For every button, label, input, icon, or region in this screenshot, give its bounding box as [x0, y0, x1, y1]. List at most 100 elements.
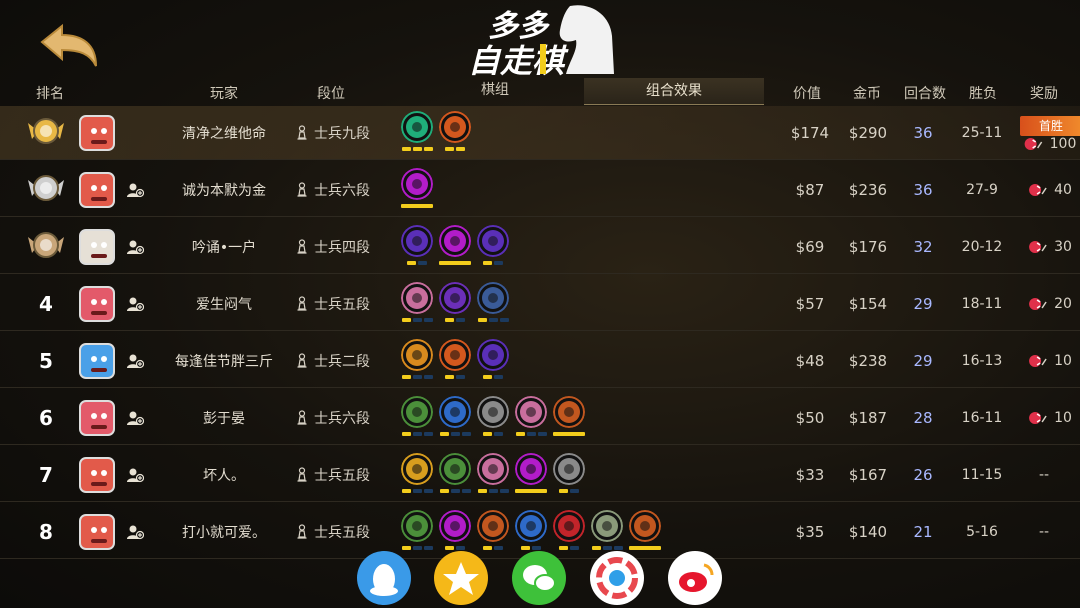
rank-number: 7 [39, 462, 53, 487]
reward-amount: 40 [1054, 181, 1072, 198]
synergy-item[interactable] [477, 225, 509, 265]
add-friend-icon[interactable] [126, 466, 145, 484]
synergy-level-bar [483, 432, 492, 436]
synergy-item[interactable] [591, 510, 623, 550]
add-friend-icon[interactable] [126, 409, 145, 427]
synergy-item[interactable] [401, 282, 433, 322]
add-friend-icon[interactable] [126, 352, 145, 370]
add-friend-icon[interactable] [126, 238, 145, 256]
synergy-icon [401, 282, 433, 314]
avatar[interactable] [79, 456, 115, 493]
synergy-level-bar [445, 375, 454, 379]
reward: 10 [1028, 353, 1072, 369]
synergy-item[interactable] [401, 453, 433, 493]
synergy-level-bar [439, 489, 449, 493]
win-loss-record: 25-11 [961, 124, 1003, 141]
qzone-share-button[interactable] [434, 551, 488, 605]
avatar[interactable] [79, 114, 115, 151]
table-row[interactable]: 6 彭于晏 士兵六段 $50 $187 28 16-11 10 [0, 391, 1080, 445]
player-name: 每逢佳节胖三斤 [175, 353, 273, 370]
wechat-share-button[interactable] [512, 551, 566, 605]
synergy-item[interactable] [477, 339, 509, 379]
synergy-item[interactable] [439, 396, 471, 436]
table-row[interactable]: 清净之维他命 士兵九段 $174 $290 36 25-11 100 [0, 106, 1080, 160]
synergy-item[interactable] [477, 396, 509, 436]
rounds-count: 29 [913, 294, 933, 313]
synergy-item[interactable] [401, 510, 433, 550]
player-tier: 士兵四段 [296, 237, 370, 257]
avatar[interactable] [79, 513, 115, 550]
table-row[interactable]: 诚为本默为金 士兵六段 $87 $236 36 27-9 40 [0, 163, 1080, 217]
avatar[interactable] [79, 228, 115, 265]
add-friend-icon[interactable] [126, 523, 145, 541]
tab-synergy[interactable]: 组合效果 [584, 78, 764, 105]
synergy-item[interactable] [439, 510, 471, 550]
synergy-item[interactable] [553, 453, 585, 493]
synergy-list [401, 282, 509, 322]
synergy-item[interactable] [401, 396, 433, 436]
add-friend-icon[interactable] [126, 295, 145, 313]
synergy-item[interactable] [401, 111, 433, 151]
reward-amount: -- [1038, 466, 1050, 483]
player-name: 打小就可爱。 [182, 524, 266, 541]
synergy-item[interactable] [553, 396, 585, 436]
synergy-item[interactable] [439, 225, 471, 265]
qq-share-button[interactable] [357, 551, 411, 605]
synergy-level-bar [499, 489, 509, 493]
synergy-item[interactable] [515, 453, 547, 493]
tier-label: 士兵五段 [314, 467, 370, 484]
synergy-item[interactable] [401, 168, 433, 208]
player-tier: 士兵五段 [296, 465, 370, 485]
synergy-level-bar [559, 489, 568, 493]
synergy-icon [591, 510, 623, 542]
synergy-item[interactable] [401, 339, 433, 379]
pawn-icon [297, 410, 307, 425]
moments-icon [596, 557, 638, 599]
tier-label: 士兵二段 [314, 353, 370, 370]
synergy-icon [477, 339, 509, 371]
avatar[interactable] [79, 342, 115, 379]
synergy-item[interactable] [515, 510, 547, 550]
synergy-level-bar [423, 432, 433, 436]
synergy-item[interactable] [629, 510, 661, 550]
rank-medal-icon [24, 227, 68, 267]
player-tier: 士兵二段 [296, 351, 370, 371]
value-amount: $174 [790, 123, 830, 142]
tab-pieces[interactable]: 棋组 [430, 78, 560, 105]
gold-amount: $167 [848, 465, 888, 484]
weibo-share-button[interactable] [668, 551, 722, 605]
synergy-level-bar [537, 432, 547, 436]
avatar[interactable] [79, 285, 115, 322]
synergy-item[interactable] [439, 339, 471, 379]
table-row[interactable]: 吟诵•一户 士兵四段 $69 $176 32 20-12 30 [0, 220, 1080, 274]
synergy-list [401, 510, 661, 550]
synergy-item[interactable] [439, 282, 471, 322]
synergy-item[interactable] [515, 396, 547, 436]
synergy-item[interactable] [439, 111, 471, 151]
tier-label: 士兵四段 [314, 239, 370, 256]
synergy-item[interactable] [477, 282, 509, 322]
avatar[interactable] [79, 171, 115, 208]
avatar[interactable] [79, 399, 115, 436]
player-tier: 士兵九段 [296, 123, 370, 143]
synergy-item[interactable] [477, 510, 509, 550]
table-row[interactable]: 4 爱生闷气 士兵五段 $57 $154 29 18-11 20 [0, 277, 1080, 331]
rank-medal-icon [24, 113, 68, 153]
synergy-item[interactable] [477, 453, 509, 493]
synergy-level-bar [439, 261, 471, 265]
back-button[interactable] [38, 22, 100, 70]
rank-number: 8 [39, 519, 53, 544]
pawn-icon [297, 239, 307, 254]
synergy-level-bar [526, 432, 536, 436]
table-row[interactable]: 5 每逢佳节胖三斤 士兵二段 $48 $238 29 16-13 10 [0, 334, 1080, 388]
synergy-level-bar [401, 375, 411, 379]
synergy-level-bar [521, 546, 530, 550]
add-friend-icon[interactable] [126, 181, 145, 199]
rounds-count: 26 [913, 465, 933, 484]
synergy-item[interactable] [401, 225, 433, 265]
table-row[interactable]: 7 坏人。 士兵五段 $33 $167 26 11-15 -- [0, 448, 1080, 502]
moments-share-button[interactable] [590, 551, 644, 605]
candy-icon [1024, 138, 1043, 151]
synergy-item[interactable] [439, 453, 471, 493]
synergy-item[interactable] [553, 510, 585, 550]
